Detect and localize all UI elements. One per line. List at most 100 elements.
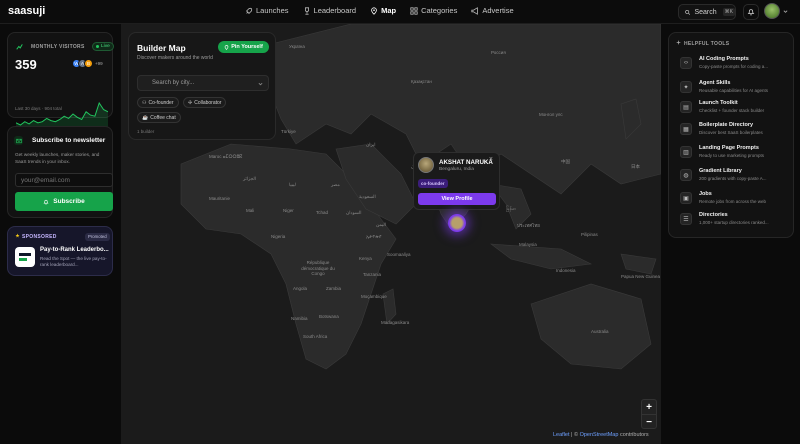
map-label: Mali bbox=[246, 208, 255, 213]
tool-item[interactable]: ‹› AI Coding Prompts Copy-paste prompts fo… bbox=[680, 56, 780, 78]
map-label: Soomaaliya bbox=[387, 252, 411, 257]
tool-description: Reusable capabilities for AI agents bbox=[699, 88, 769, 93]
notifications-button[interactable] bbox=[743, 4, 759, 20]
rocket-icon bbox=[246, 7, 253, 14]
bell-icon bbox=[747, 9, 755, 16]
close-icon[interactable]: × bbox=[489, 156, 493, 163]
nav-leaderboard[interactable]: Leaderboard bbox=[303, 6, 356, 15]
map-label: Madagasikara bbox=[381, 320, 410, 325]
attribution-tail: contributors bbox=[618, 432, 649, 438]
leaflet-link[interactable]: Leaflet bbox=[553, 432, 570, 438]
visitors-count: 359 bbox=[15, 57, 37, 72]
map-label: Türkiye bbox=[281, 129, 296, 134]
nav-map[interactable]: Map bbox=[370, 6, 396, 15]
view-profile-button[interactable]: View Profile bbox=[418, 193, 496, 205]
subscribe-button[interactable]: Subscribe bbox=[15, 192, 113, 211]
newsletter-description: Get weekly launches, maker stories, and … bbox=[15, 152, 100, 164]
chevron-down-icon[interactable] bbox=[783, 9, 788, 14]
briefcase-icon: ▣ bbox=[680, 192, 692, 204]
map-label: Australia bbox=[591, 329, 609, 334]
tool-item[interactable]: ☰ Directories 1,000+ startup directories r… bbox=[680, 212, 780, 234]
map-label: Монгол улс bbox=[539, 112, 563, 117]
search-button[interactable]: Search ⌘K bbox=[678, 4, 736, 20]
chip-coffee-chat[interactable]: ☕ Coffee chat bbox=[137, 112, 181, 123]
osm-link[interactable]: OpenStreetMap bbox=[580, 432, 619, 438]
tool-title: Gradient Library bbox=[699, 168, 742, 174]
map-label: Nigeria bbox=[271, 234, 286, 239]
pin-label: Pin Yourself bbox=[231, 44, 263, 50]
brand-logo[interactable]: saasuji bbox=[8, 5, 45, 17]
map-label: ليبيا bbox=[289, 182, 296, 187]
chip-collaborator[interactable]: ✢ Collaborator bbox=[183, 97, 227, 108]
tool-title: Jobs bbox=[699, 191, 712, 197]
map-label: République démocratique du Congo bbox=[301, 260, 335, 276]
map-label: Namibia bbox=[291, 316, 308, 321]
promoted-badge: Promoted bbox=[85, 233, 110, 241]
tool-item[interactable]: ▦ Boilerplate Directory Discover best SaaS… bbox=[680, 122, 780, 144]
sponsored-card[interactable]: SPONSORED Promoted Pay-to-Rank Leaderbo.… bbox=[7, 226, 113, 276]
map-label: السعودية bbox=[359, 194, 376, 199]
nav-categories[interactable]: Categories bbox=[410, 6, 457, 15]
map-label: Botswana bbox=[319, 314, 339, 319]
map-label: ประเทศไทย bbox=[517, 223, 540, 228]
map-label: Kenya bbox=[359, 256, 372, 261]
tool-description: Discover best SaaS boilerplates bbox=[699, 130, 763, 135]
map-label: Pilipinas bbox=[581, 232, 598, 237]
sparkle-icon: ✦ bbox=[680, 81, 692, 93]
user-avatar[interactable] bbox=[764, 3, 780, 19]
map-label: Maroc ⴰⵎⵔⵔⵓⴽ bbox=[209, 154, 243, 159]
sparkle-icon: ✢ bbox=[188, 99, 193, 106]
zoom-out-button[interactable]: − bbox=[642, 415, 656, 430]
subscribe-label: Subscribe bbox=[53, 198, 85, 205]
nav-launches[interactable]: Launches bbox=[245, 6, 289, 15]
map-label: السودان bbox=[346, 210, 362, 215]
email-field[interactable] bbox=[15, 173, 113, 187]
tool-item[interactable]: ▥ Landing Page Prompts Ready to use market… bbox=[680, 145, 780, 167]
chart-icon bbox=[16, 44, 23, 50]
tool-item[interactable]: ✦ Agent Skills Reusable capabilities for A… bbox=[680, 80, 780, 102]
newsletter-title: Subscribe to newsletter bbox=[32, 137, 106, 144]
avatars-extra: +99 bbox=[95, 61, 103, 66]
builder-marker[interactable] bbox=[448, 214, 466, 232]
layers-icon: ▦ bbox=[680, 123, 692, 135]
builder-map-panel: Builder Map Discover makers around the w… bbox=[128, 32, 276, 140]
tool-title: Launch Toolkit bbox=[699, 100, 738, 106]
map-label: Zambia bbox=[326, 286, 342, 291]
star-icon bbox=[15, 233, 20, 238]
tool-title: Agent Skills bbox=[699, 80, 731, 86]
pin-yourself-button[interactable]: Pin Yourself bbox=[218, 41, 269, 53]
chip-co-founder[interactable]: ⚇ Co-founder bbox=[137, 97, 179, 108]
nav-advertise[interactable]: Advertise bbox=[471, 6, 514, 15]
tool-title: AI Coding Prompts bbox=[699, 56, 749, 62]
tool-description: 200 gradients with copy-paste A... bbox=[699, 176, 767, 181]
attribution-sep: | © bbox=[569, 432, 580, 438]
tool-description: Remote jobs from across the web bbox=[699, 199, 767, 204]
document-icon: ▥ bbox=[680, 146, 692, 158]
trophy-icon bbox=[304, 6, 309, 15]
map-label: 中国 bbox=[561, 159, 570, 164]
visitor-avatars: W A B +99 bbox=[72, 59, 103, 68]
tool-description: 1,000+ startup directories ranked... bbox=[699, 220, 769, 225]
visitors-sparkline bbox=[16, 101, 108, 129]
users-icon: ⚇ bbox=[142, 99, 147, 106]
tool-item[interactable]: ▤ Launch Toolkit Checklist + founder stack… bbox=[680, 100, 780, 122]
megaphone-icon bbox=[471, 6, 479, 15]
map-label: Україна bbox=[289, 44, 305, 49]
builder-map-title: Builder Map bbox=[137, 43, 186, 53]
tools-title: HELPFUL TOOLS bbox=[684, 41, 730, 47]
sponsor-logo bbox=[15, 247, 35, 267]
city-select[interactable]: Search by city... bbox=[137, 75, 269, 91]
newsletter-card: Subscribe to newsletter Get weekly launc… bbox=[7, 126, 113, 218]
map-label: Angola bbox=[293, 286, 308, 291]
map-label: မြန်မာ bbox=[506, 206, 517, 211]
tool-description: Copy-paste prompts for coding a... bbox=[699, 64, 769, 69]
search-icon bbox=[685, 9, 691, 15]
tool-item[interactable]: ▣ Jobs Remote jobs from across the web bbox=[680, 191, 780, 213]
profile-avatar bbox=[418, 157, 434, 173]
search-shortcut: ⌘K bbox=[722, 8, 735, 16]
zoom-in-button[interactable]: + bbox=[642, 400, 656, 415]
tool-item[interactable]: ◍ Gradient Library 200 gradients with copy… bbox=[680, 168, 780, 190]
map-label: ኢትዮጵያ bbox=[366, 234, 382, 239]
avatar: B bbox=[84, 59, 93, 68]
map-attribution: Leaflet | © OpenStreetMap contributors bbox=[553, 432, 649, 438]
